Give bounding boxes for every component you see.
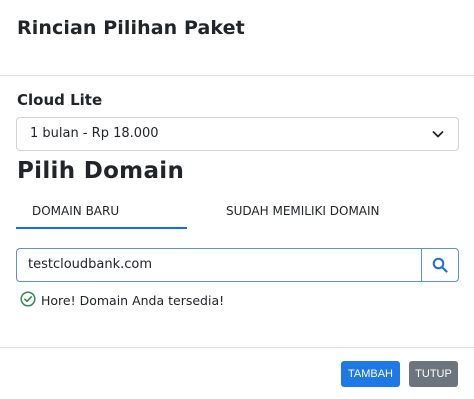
domain-input[interactable]: testcloudbank.com (16, 248, 422, 282)
chevron-down-icon (432, 131, 444, 138)
tab-sudah-memiliki-domain-label: SUDAH MEMILIKI DOMAIN (226, 204, 380, 218)
add-button[interactable]: TAMBAH (341, 361, 400, 387)
domain-input-value: testcloudbank.com (28, 257, 153, 272)
close-button[interactable]: TUTUP (409, 361, 458, 387)
domain-heading: Pilih Domain (17, 158, 185, 184)
search-button[interactable] (421, 248, 459, 282)
duration-select-value: 1 bulan - Rp 18.000 (30, 126, 159, 141)
search-icon (432, 257, 448, 273)
domain-status-text: Hore! Domain Anda tersedia! (41, 293, 225, 308)
duration-select[interactable]: 1 bulan - Rp 18.000 (16, 117, 459, 151)
modal-title: Rincian Pilihan Paket (17, 17, 245, 39)
modal-footer (0, 347, 474, 399)
modal-header: Rincian Pilihan Paket (0, 0, 474, 76)
tab-domain-baru[interactable]: DOMAIN BARU (16, 197, 187, 229)
tab-sudah-memiliki-domain[interactable]: SUDAH MEMILIKI DOMAIN (215, 197, 405, 229)
package-name: Cloud Lite (17, 91, 103, 109)
check-circle-icon (20, 291, 36, 307)
tab-domain-baru-label: DOMAIN BARU (32, 204, 120, 218)
